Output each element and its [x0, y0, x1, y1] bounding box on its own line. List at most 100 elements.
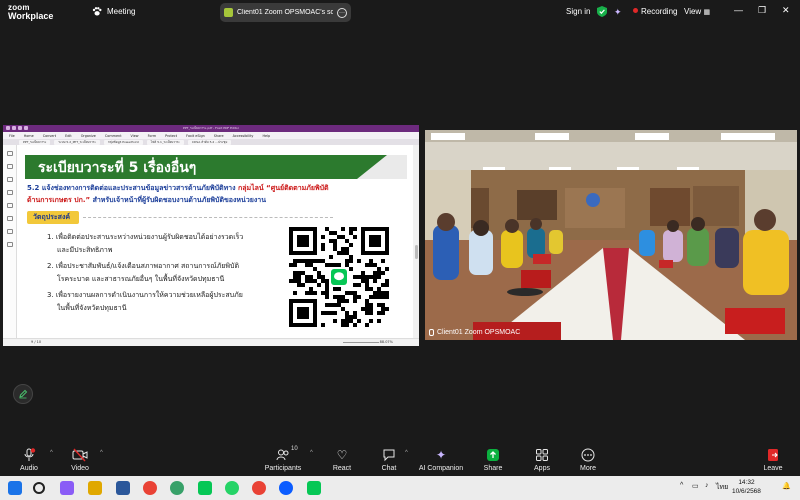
minimize-icon[interactable]: —: [734, 5, 743, 15]
pdf-menu-item[interactable]: Help: [262, 134, 270, 138]
objective-item-3: 3. เพื่อรายงานผลการดำเนินงานการให้ความช่…: [47, 291, 243, 299]
windows-start-icon[interactable]: [8, 481, 22, 495]
react-button[interactable]: ♡ React: [317, 448, 367, 472]
more-button[interactable]: More: [563, 448, 613, 472]
notification-bell-icon[interactable]: 🔔: [782, 482, 791, 490]
audio-options-caret[interactable]: ^: [50, 450, 53, 456]
pdf-menu-item[interactable]: Accessibility: [233, 134, 254, 138]
zoom-logo: zoom Workplace: [8, 3, 53, 21]
pdf-document-tab[interactable]: ไฟล์ 5.1_ระเบียบวาระ: [146, 139, 184, 145]
pdf-menu-item[interactable]: Comment: [105, 134, 122, 138]
file-explorer-icon[interactable]: [88, 481, 102, 495]
screen-share-pill[interactable]: Client01 Zoom OPSMOAC's scre ···: [220, 3, 351, 22]
page-indicator[interactable]: 9 / 10: [31, 340, 41, 344]
close-icon[interactable]: ✕: [782, 5, 790, 16]
participants-count: 10: [291, 446, 298, 452]
slide-line-1-main: 5.2 แจ้งช่องทางการติดต่อและประสานข้อมูลข…: [27, 184, 236, 192]
slide-line-2: ด้านการเกษตร ปก.” สำหรับเจ้าหน้าที่ผู้รั…: [27, 195, 266, 205]
video-off-icon: [55, 448, 105, 462]
line-group-qr-code: [289, 227, 389, 327]
zoom-slider[interactable]: [343, 342, 379, 343]
search-icon[interactable]: [6, 216, 13, 221]
sign-in-link[interactable]: Sign in: [566, 7, 590, 16]
bookmark-icon[interactable]: [6, 151, 13, 156]
sparkle-icon[interactable]: ✦: [614, 7, 622, 18]
zoom-taskbar-icon[interactable]: [279, 481, 293, 495]
ai-companion-label: AI Companion: [418, 465, 464, 472]
slide-header-decoration: [357, 155, 407, 179]
chrome-icon[interactable]: [143, 481, 157, 495]
pdf-document-tab[interactable]: ระบบ 5.2_PPT_ระเบียบวาระ: [54, 139, 100, 145]
pdf-menu-item[interactable]: Home: [24, 134, 34, 138]
heart-icon: ♡: [336, 448, 348, 462]
share-pill-label: Client01 Zoom OPSMOAC's scre: [237, 9, 333, 16]
audio-button[interactable]: Audio: [4, 448, 54, 472]
microphone-muted-icon: [4, 448, 54, 462]
pdf-menu-item[interactable]: Protect: [165, 134, 177, 138]
pdf-scrollbar[interactable]: [413, 145, 419, 338]
slide-title: ระเบียบวาระที่ 5 เรื่องอื่นๆ: [38, 160, 197, 176]
dashed-divider: [83, 217, 333, 218]
zoom-level[interactable]: 88.07%: [380, 340, 393, 344]
meeting-tab[interactable]: Meeting: [92, 7, 135, 16]
share-indicator-icon: [224, 8, 233, 17]
participants-options-caret[interactable]: ^: [310, 450, 313, 456]
pages-icon[interactable]: [6, 164, 13, 169]
system-clock[interactable]: 14:32 10/6/2568: [732, 478, 761, 496]
speaker-icon[interactable]: ♪: [705, 482, 709, 489]
share-button[interactable]: Share: [468, 448, 518, 472]
participant-name: Client01 Zoom OPSMOAC: [437, 329, 521, 336]
pdf-menu-item[interactable]: Organize: [81, 134, 96, 138]
pdf-document-tab[interactable]: กลุ่มข้อมูล PowerPoint: [103, 139, 143, 145]
comments-icon[interactable]: [6, 177, 13, 182]
signature-icon[interactable]: [6, 229, 13, 234]
objective-item-1-cont: และมีประสิทธิภาพ: [57, 246, 113, 254]
participants-button[interactable]: Participants: [258, 448, 308, 472]
participants-icon: [258, 448, 308, 462]
apps-label: Apps: [534, 465, 550, 472]
copilot-icon[interactable]: [60, 481, 74, 495]
pdf-menu-item[interactable]: Share: [214, 134, 224, 138]
slide-line-1-highlight: กลุ่มไลน์ “ศูนย์ติดตามภัยพิบัติ: [237, 184, 329, 192]
network-icon[interactable]: ▭: [692, 482, 699, 490]
view-menu[interactable]: View ▦: [684, 7, 710, 16]
more-options-icon[interactable]: ···: [337, 7, 347, 18]
search-icon[interactable]: [33, 482, 45, 494]
attachments-icon[interactable]: [6, 203, 13, 208]
chat-options-caret[interactable]: ^: [405, 450, 408, 456]
video-options-caret[interactable]: ^: [100, 450, 103, 456]
pdf-menu-item[interactable]: Form: [148, 134, 157, 138]
scroll-thumb[interactable]: [414, 245, 418, 259]
pdf-menu-item[interactable]: File: [9, 134, 15, 138]
pdf-menu-item[interactable]: View: [131, 134, 139, 138]
participant-video[interactable]: [425, 130, 797, 340]
pdf-menu-item[interactable]: Convert: [43, 134, 56, 138]
whatsapp-icon[interactable]: [225, 481, 239, 495]
pdf-document-tab[interactable]: PPT_ระเบียบวาระ: [19, 139, 51, 145]
layers-icon[interactable]: [6, 190, 13, 195]
restore-icon[interactable]: ❐: [758, 5, 766, 16]
pdf-menu-item[interactable]: Edit: [65, 134, 72, 138]
pdf-menu-bar: File Home Convert Edit Organize Comment View Fo…: [3, 132, 419, 139]
recording-indicator[interactable]: Recording: [633, 7, 677, 16]
ai-companion-button[interactable]: ✦ AI Companion: [412, 448, 470, 472]
annotate-button[interactable]: [13, 384, 33, 404]
word-icon[interactable]: [116, 481, 130, 495]
objective-item-2-cont: โรคระบาด และสาธารณภัยอื่นๆ ในพื้นที่จังห…: [57, 275, 225, 283]
apps-button[interactable]: Apps: [517, 448, 567, 472]
meeting-room-scene: [425, 130, 797, 340]
leave-button[interactable]: Leave: [748, 448, 798, 472]
tray-chevron-icon[interactable]: ^: [680, 482, 683, 489]
edge-icon[interactable]: [170, 481, 184, 495]
line-icon[interactable]: [198, 481, 212, 495]
security-shield-icon[interactable]: [597, 6, 607, 17]
input-language[interactable]: ไทย: [716, 482, 728, 493]
pdf-document-tab[interactable]: CDSA ลำดับ 5.2 ...ประชุม: [187, 139, 232, 145]
participant-name-tag: Client01 Zoom OPSMOAC: [429, 329, 520, 336]
video-button[interactable]: Video: [55, 448, 105, 472]
pdf-menu-item[interactable]: Foxit eSign: [186, 134, 205, 138]
settings-icon[interactable]: [6, 242, 13, 247]
line-second-icon[interactable]: [307, 481, 321, 495]
windows-taskbar: ^ ▭ ♪ ไทย 14:32 10/6/2568 🔔: [0, 476, 800, 500]
chrome-profile-icon[interactable]: [252, 481, 266, 495]
